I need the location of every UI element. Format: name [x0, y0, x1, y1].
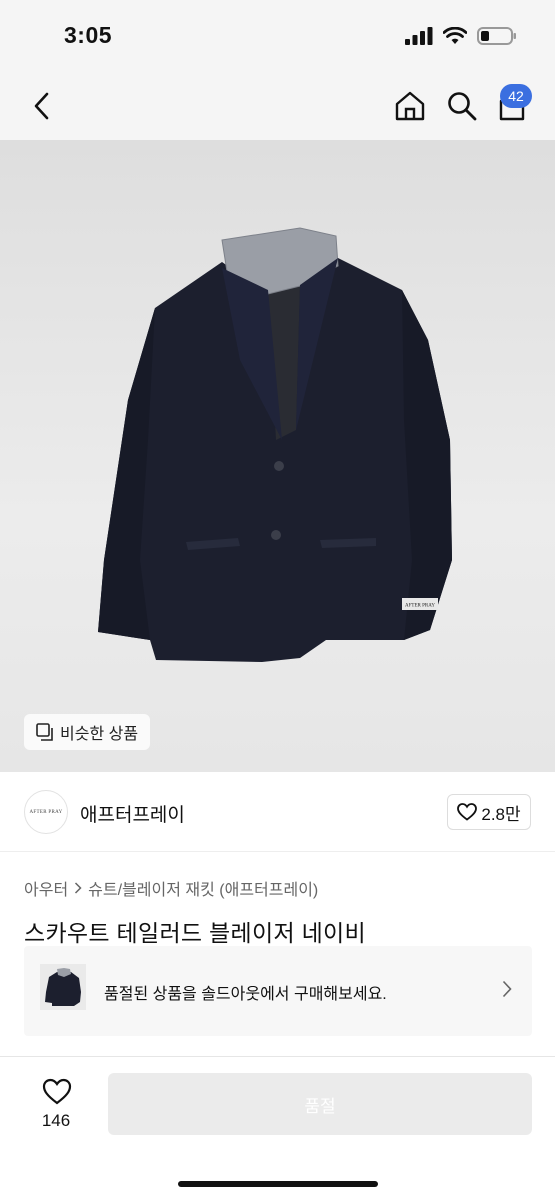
product-title: 스카우트 테일러드 블레이저 네이비	[24, 920, 366, 946]
chevron-right-icon	[75, 882, 82, 894]
home-button[interactable]	[392, 86, 428, 126]
blazer-label-text: AFTER PRAY	[405, 604, 435, 609]
copy-icon	[36, 723, 53, 741]
heart-icon	[42, 1078, 72, 1104]
battery-icon	[477, 27, 516, 45]
soldout-banner[interactable]: 품절된 상품을 솔드아웃에서 구매해보세요.	[24, 946, 532, 1036]
similar-products-button[interactable]: 비슷한 상품	[24, 714, 151, 750]
brand-row[interactable]: AFTER PRAY 애프터프레이 2.8만	[0, 772, 555, 852]
chevron-right-icon	[502, 980, 512, 998]
brand-logo[interactable]: AFTER PRAY	[24, 790, 68, 834]
brand-like-button[interactable]: 2.8만	[447, 794, 531, 830]
brand-name[interactable]: 애프터프레이	[80, 800, 185, 827]
product-image[interactable]: AFTER PRAY	[0, 140, 555, 772]
search-icon	[448, 92, 477, 121]
soldout-buy-button[interactable]: 품절	[108, 1073, 532, 1135]
wifi-icon	[443, 27, 467, 44]
home-icon	[395, 91, 425, 121]
signal-icon	[405, 27, 433, 45]
breadcrumb: 아우터 슈트/블레이저 재킷 (애프터프레이)	[24, 876, 318, 900]
status-bar: 3:05	[0, 0, 555, 72]
bottom-action-bar: 146 품절	[0, 1056, 555, 1200]
wishlist-button[interactable]	[40, 1075, 74, 1107]
soldout-thumbnail	[40, 964, 86, 1010]
soldout-banner-text: 품절된 상품을 솔드아웃에서 구매해보세요.	[104, 986, 387, 1003]
breadcrumb-category[interactable]: 아우터	[24, 876, 68, 900]
breadcrumb-subcategory[interactable]: 슈트/블레이저 재킷 (애프터프레이)	[88, 876, 318, 900]
status-time: 3:05	[64, 22, 113, 48]
similar-products-label: 비슷한 상품	[60, 726, 139, 743]
blazer-illustration: AFTER PRAY	[98, 227, 452, 662]
brand-like-count: 2.8만	[481, 804, 521, 824]
wishlist-count: 146	[41, 1111, 71, 1130]
heart-icon	[457, 803, 478, 821]
home-indicator	[178, 1181, 378, 1187]
search-button[interactable]	[444, 86, 480, 126]
back-icon	[34, 92, 49, 120]
cart-count-badge: 42	[500, 84, 532, 108]
status-icons	[405, 26, 517, 46]
back-button[interactable]	[26, 86, 56, 126]
nav-bar	[0, 72, 555, 140]
